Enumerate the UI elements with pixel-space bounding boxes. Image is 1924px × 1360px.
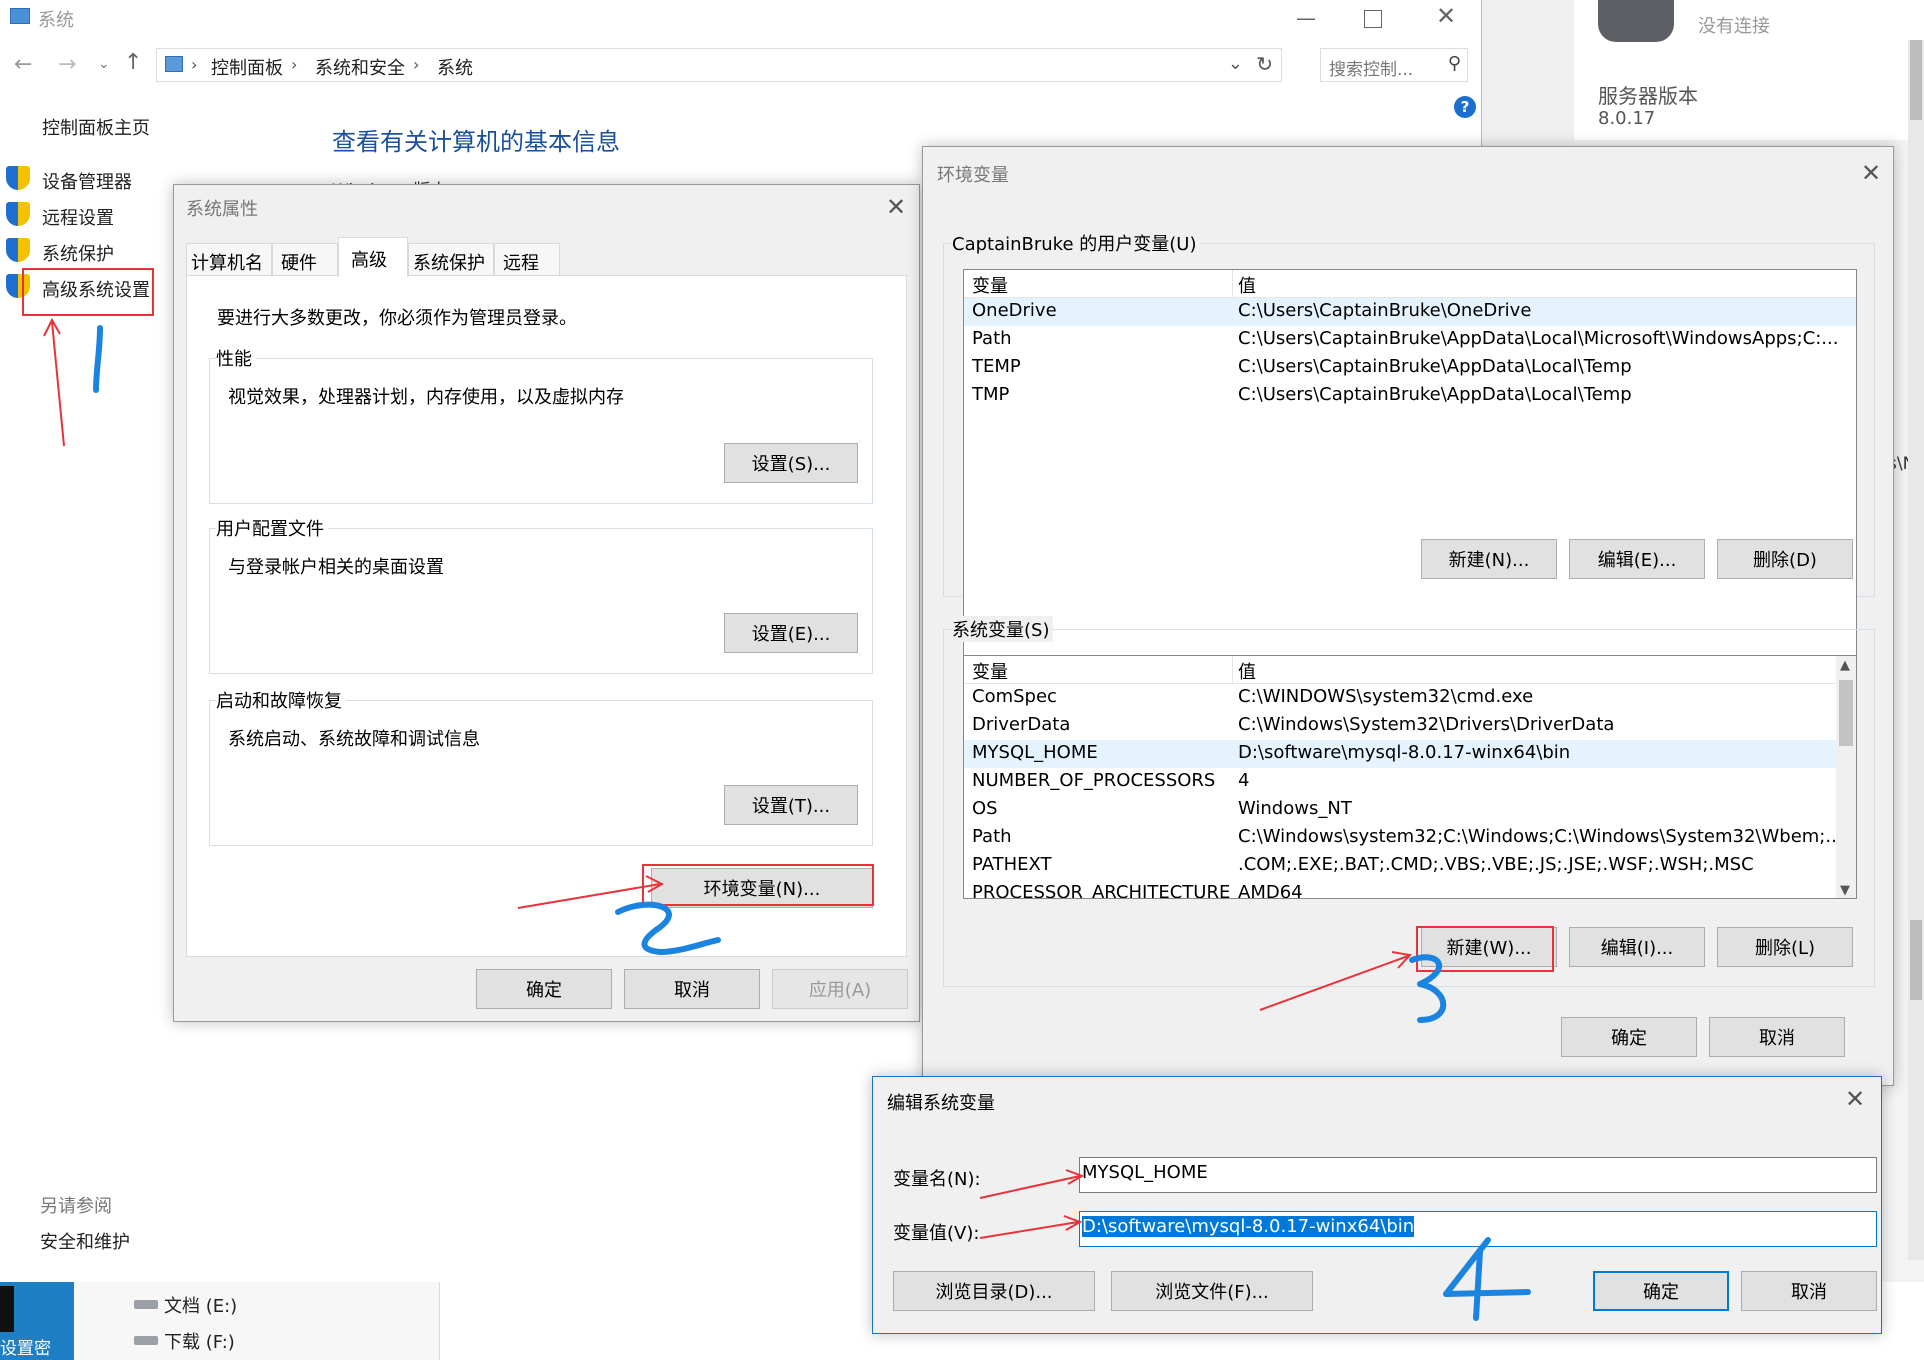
blue-step-numbers	[93, 325, 1531, 1321]
arrow-4a	[979, 1175, 1081, 1199]
tab-advanced[interactable]: 高级	[338, 237, 408, 277]
arrow-1	[51, 321, 65, 447]
arrow-4b	[979, 1221, 1079, 1239]
arrow-3	[1259, 955, 1409, 1011]
step-3-mark	[1409, 954, 1447, 1023]
red-arrows	[43, 317, 1412, 1239]
step-1-mark	[93, 325, 103, 393]
step-4-mark	[1443, 1237, 1531, 1321]
tab-label: 高级	[351, 250, 387, 271]
step-2-mark	[615, 901, 721, 955]
annotation-overlay	[43, 317, 1531, 1321]
